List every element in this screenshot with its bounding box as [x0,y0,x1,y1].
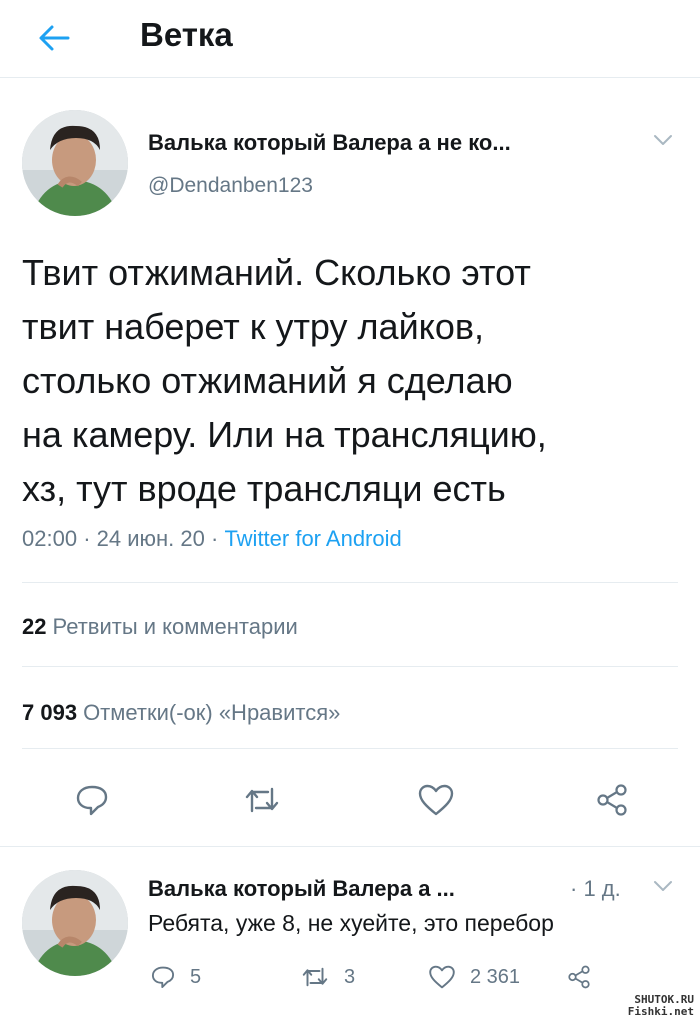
reply-author-name[interactable]: Валька который Валера а ... [148,876,455,902]
reply-like-button[interactable]: 2 361 [428,962,520,992]
reply-share-button[interactable] [566,962,592,992]
retweets-count: 22 [22,614,47,639]
share-icon [568,965,590,989]
divider [22,748,678,749]
reply-text: Ребята, уже 8, не хуейте, это перебор [148,910,554,936]
like-count: 2 361 [470,965,521,988]
tweet-meta: 02:00 · 24 июн. 20 · Twitter for Android [22,526,402,552]
share-button[interactable] [590,778,634,822]
retweet-icon [302,967,328,987]
page-title: Ветка [140,16,233,53]
share-icon [597,784,627,816]
back-button[interactable] [30,14,78,62]
tweet-text-line: на камеру. Или на трансляцию, [22,414,547,455]
reply-separator [0,846,700,847]
watermark: SHUTOK.RU Fishki.net [628,994,694,1018]
tweet-text-line: Твит отжиманий. Сколько этот [22,252,531,293]
heart-icon [429,965,455,989]
reply-button[interactable] [70,778,114,822]
reply-retweet-button[interactable]: 3 [300,962,355,992]
top-bar: Ветка [0,0,700,78]
divider [22,582,678,583]
retweets-stat[interactable]: 22 Ретвиты и комментарии [22,614,298,640]
comment-icon [151,966,175,989]
chevron-down-icon [654,135,672,145]
chevron-down-icon [654,881,672,891]
retweets-label: Ретвиты и комментарии [52,614,298,639]
tweet-source-link[interactable]: Twitter for Android [224,526,401,551]
heart-icon [418,784,454,816]
reply-reply-button[interactable]: 5 [150,962,201,992]
arrow-left-icon [39,25,70,51]
avatar[interactable] [22,110,128,216]
likes-stat[interactable]: 7 093 Отметки(-ок) «Нравится» [22,700,340,726]
tweet-time: 02:00 [22,526,78,551]
meta-separator: · [210,526,225,551]
likes-label: Отметки(-ок) «Нравится» [83,700,341,725]
retweet-icon [245,787,279,813]
reply-count: 5 [190,965,202,988]
retweet-count: 3 [344,965,356,988]
author-name[interactable]: Валька который Валера а не ко... [148,130,511,156]
comment-icon [76,785,108,816]
tweet-text-line: столько отжиманий я сделаю [22,360,513,401]
meta-separator: · [83,526,97,551]
divider [22,666,678,667]
reply-menu-button[interactable] [652,878,674,894]
tweet-text: Твит отжиманий. Сколько этот твит набере… [22,246,682,516]
tweet-text-line: твит наберет к утру лайков, [22,306,484,347]
tweet-menu-button[interactable] [652,132,674,148]
reply-avatar[interactable] [22,870,128,976]
tweet-text-line: хз, тут вроде трансляци есть [22,468,506,509]
retweet-button[interactable] [240,778,284,822]
like-button[interactable] [414,778,458,822]
watermark-line: Fishki.net [627,1005,694,1018]
likes-count: 7 093 [22,700,78,725]
tweet-date: 24 июн. 20 [96,526,205,551]
author-handle[interactable]: @Dendanben123 [148,174,313,198]
reply-time: · 1 д. [570,876,621,901]
